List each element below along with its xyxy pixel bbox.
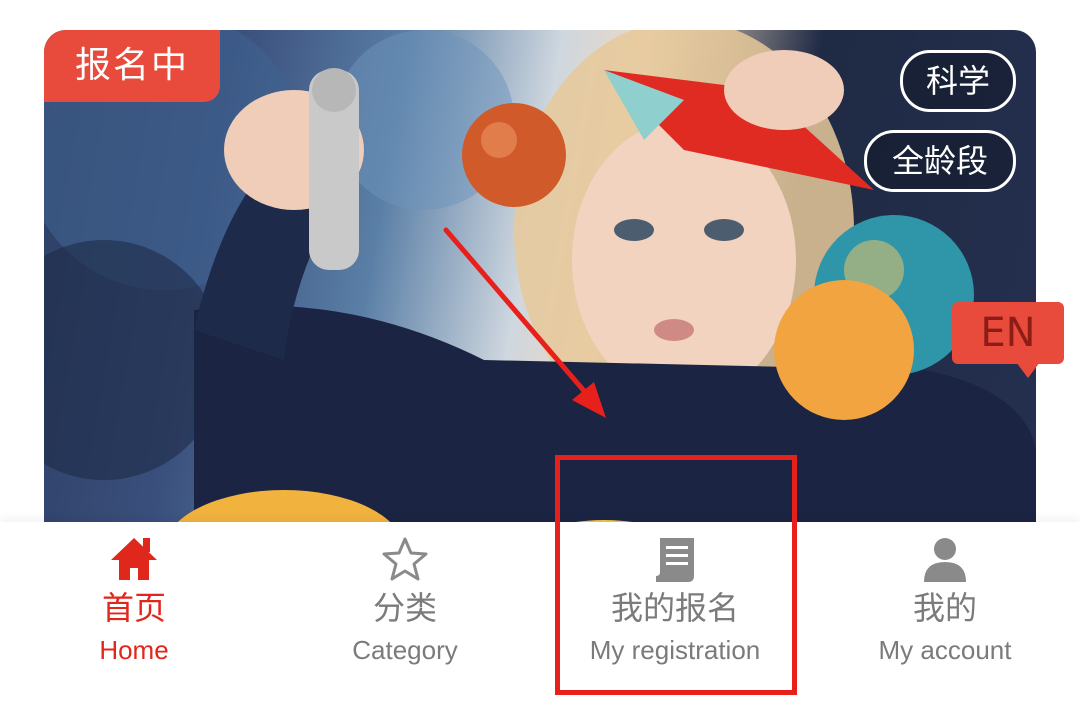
language-toggle-button[interactable]: EN bbox=[952, 302, 1064, 378]
banner-photo bbox=[44, 30, 1036, 550]
tab-my-account-sublabel: My account bbox=[878, 635, 1012, 665]
tab-home[interactable]: 首页 Home bbox=[44, 522, 224, 716]
tab-category-label: 分类 bbox=[372, 589, 437, 627]
event-banner[interactable]: 报名中 科学 全龄段 bbox=[44, 30, 1036, 550]
tab-home-label: 首页 bbox=[101, 589, 166, 627]
home-icon bbox=[109, 536, 159, 586]
tab-category-sublabel: Category bbox=[352, 635, 458, 665]
tab-my-account[interactable]: 我的 My account bbox=[855, 522, 1035, 716]
tab-category[interactable]: 分类 Category bbox=[315, 522, 495, 716]
user-icon bbox=[922, 536, 968, 586]
age-tag: 全龄段 bbox=[864, 130, 1016, 192]
bottom-tab-bar: 首页 Home 分类 Category 我的报名 My registration bbox=[0, 522, 1080, 716]
star-icon bbox=[381, 536, 429, 586]
tab-home-sublabel: Home bbox=[99, 635, 169, 665]
highlight-box bbox=[555, 455, 797, 695]
category-tag-science: 科学 bbox=[900, 50, 1016, 112]
tab-my-account-label: 我的 bbox=[912, 589, 977, 627]
top-strip bbox=[0, 0, 1080, 12]
status-badge: 报名中 bbox=[44, 30, 220, 102]
